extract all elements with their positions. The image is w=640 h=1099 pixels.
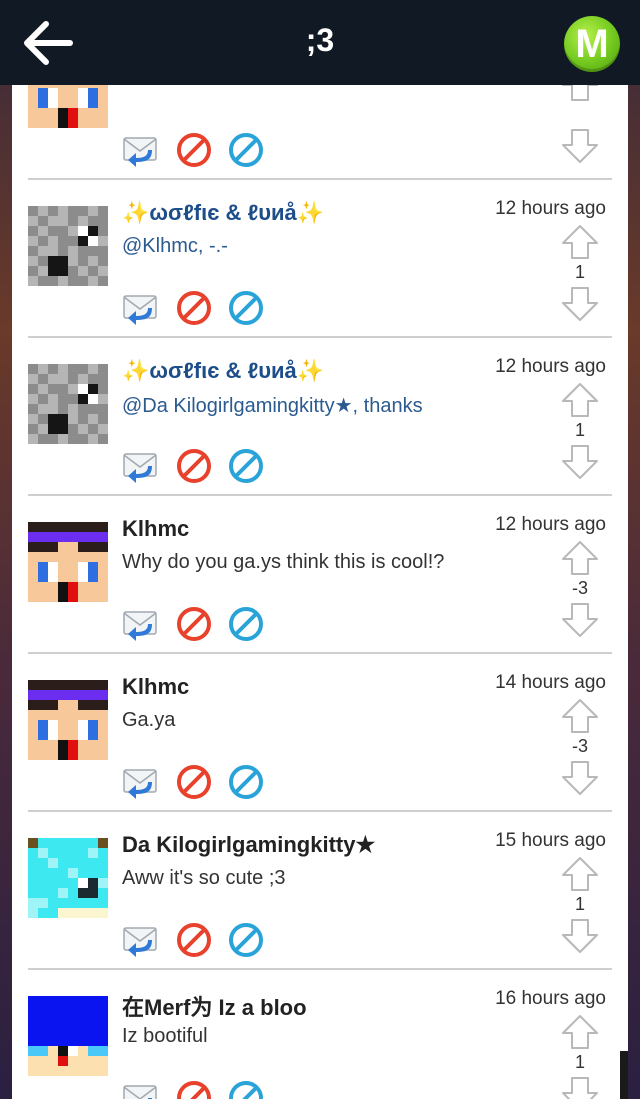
comment-username[interactable]: ✨ωσℓfιє & ℓυиå✨ xyxy=(122,200,324,226)
comment-actions xyxy=(122,764,272,800)
avatar[interactable] xyxy=(28,522,108,602)
comment-row: Klhmc Why do you ga.ys think this is cool… xyxy=(28,496,612,654)
avatar[interactable] xyxy=(28,85,108,128)
report-icon[interactable] xyxy=(176,922,212,958)
comment-timestamp: 15 hours ago xyxy=(495,830,606,851)
upvote-arrow-icon[interactable] xyxy=(560,856,600,892)
comment-row: Klhmc Ga.ya 14 hours ago -3 xyxy=(28,654,612,812)
comment-actions xyxy=(122,922,272,958)
comment-message: Why do you ga.ys think this is cool!? xyxy=(122,551,445,573)
comment-row: you post read the msg I sent you. xyxy=(28,85,612,180)
comment-row: ✨ωσℓfιє & ℓυиå✨ @Da Kilogirlgamingkitty★,… xyxy=(28,338,612,496)
reply-mail-icon[interactable] xyxy=(122,1080,158,1099)
comment-username[interactable]: Da Kilogirlgamingkitty★ xyxy=(122,832,375,858)
block-icon[interactable] xyxy=(228,764,264,800)
downvote-arrow-icon[interactable] xyxy=(560,286,600,322)
comment-message: Iz bootiful xyxy=(122,1025,208,1047)
comment-username[interactable]: 在Merf为 Iz a bloo xyxy=(122,990,307,1022)
reply-mail-icon[interactable] xyxy=(122,132,158,168)
comments-panel: you post read the msg I sent you.✨ωσℓfιє… xyxy=(12,85,628,1099)
block-icon[interactable] xyxy=(228,448,264,484)
reply-mail-icon[interactable] xyxy=(122,290,158,326)
comment-message: @Klhmc, -.- xyxy=(122,235,228,257)
block-icon[interactable] xyxy=(228,132,264,168)
block-icon[interactable] xyxy=(228,922,264,958)
upvote-arrow-icon[interactable] xyxy=(560,698,600,734)
downvote-arrow-icon[interactable] xyxy=(560,602,600,638)
app-header: ;3 M xyxy=(0,0,640,85)
downvote-arrow-icon[interactable] xyxy=(560,760,600,796)
comment-timestamp: 12 hours ago xyxy=(495,198,606,219)
comment-username[interactable]: Klhmc xyxy=(122,516,189,542)
comment-timestamp: 14 hours ago xyxy=(495,672,606,693)
avatar[interactable] xyxy=(28,838,108,918)
comment-actions xyxy=(122,1080,272,1099)
comment-username[interactable]: Klhmc xyxy=(122,674,189,700)
page-title: ;3 xyxy=(305,22,335,58)
report-icon[interactable] xyxy=(176,448,212,484)
vote-score: 1 xyxy=(574,1052,585,1072)
report-icon[interactable] xyxy=(176,290,212,326)
upvote-arrow-icon[interactable] xyxy=(560,540,600,576)
upvote-arrow-icon[interactable] xyxy=(560,224,600,260)
comment-username[interactable]: ✨ωσℓfιє & ℓυиå✨ xyxy=(122,358,324,384)
block-icon[interactable] xyxy=(228,290,264,326)
comment-timestamp: 16 hours ago xyxy=(495,988,606,1009)
vote-score: 1 xyxy=(574,262,585,282)
vote-score: -3 xyxy=(571,736,588,756)
comment-row: 在Merf为 Iz a bloo Iz bootiful 16 hours ago 1 xyxy=(28,970,612,1099)
report-icon[interactable] xyxy=(176,606,212,642)
comment-timestamp: 12 hours ago xyxy=(495,356,606,377)
avatar[interactable] xyxy=(28,996,108,1076)
comment-row: ✨ωσℓfιє & ℓυиå✨ @Klhmc, -.- 12 hours ago 1 xyxy=(28,180,612,338)
comment-timestamp: 12 hours ago xyxy=(495,514,606,535)
comment-actions xyxy=(122,132,272,168)
scrollbar[interactable] xyxy=(620,1051,628,1099)
report-icon[interactable] xyxy=(176,1080,212,1099)
upvote-arrow-icon[interactable] xyxy=(560,85,600,102)
reply-mail-icon[interactable] xyxy=(122,606,158,642)
vote-score: 1 xyxy=(574,420,585,440)
downvote-arrow-icon[interactable] xyxy=(560,1076,600,1099)
comment-list: you post read the msg I sent you.✨ωσℓfιє… xyxy=(12,85,628,1099)
comment-actions xyxy=(122,290,272,326)
comment-actions xyxy=(122,606,272,642)
reply-mail-icon[interactable] xyxy=(122,448,158,484)
avatar[interactable] xyxy=(28,364,108,444)
downvote-arrow-icon[interactable] xyxy=(560,128,600,164)
reply-mail-icon[interactable] xyxy=(122,922,158,958)
avatar[interactable] xyxy=(28,680,108,760)
reply-mail-icon[interactable] xyxy=(122,764,158,800)
block-icon[interactable] xyxy=(228,606,264,642)
vote-score: 1 xyxy=(574,894,585,914)
report-icon[interactable] xyxy=(176,764,212,800)
upvote-arrow-icon[interactable] xyxy=(560,1014,600,1050)
upvote-arrow-icon[interactable] xyxy=(560,382,600,418)
block-icon[interactable] xyxy=(228,1080,264,1099)
app-logo[interactable]: M xyxy=(564,16,620,72)
avatar[interactable] xyxy=(28,206,108,286)
comment-message: Aww it's so cute ;3 xyxy=(122,867,286,889)
comment-actions xyxy=(122,448,272,484)
downvote-arrow-icon[interactable] xyxy=(560,918,600,954)
comment-message: @Da Kilogirlgamingkitty★, thanks xyxy=(122,395,423,417)
downvote-arrow-icon[interactable] xyxy=(560,444,600,480)
comment-message: Ga.ya xyxy=(122,709,176,731)
report-icon[interactable] xyxy=(176,132,212,168)
comment-row: Da Kilogirlgamingkitty★ Aww it's so cute … xyxy=(28,812,612,970)
vote-score: -3 xyxy=(571,578,588,598)
